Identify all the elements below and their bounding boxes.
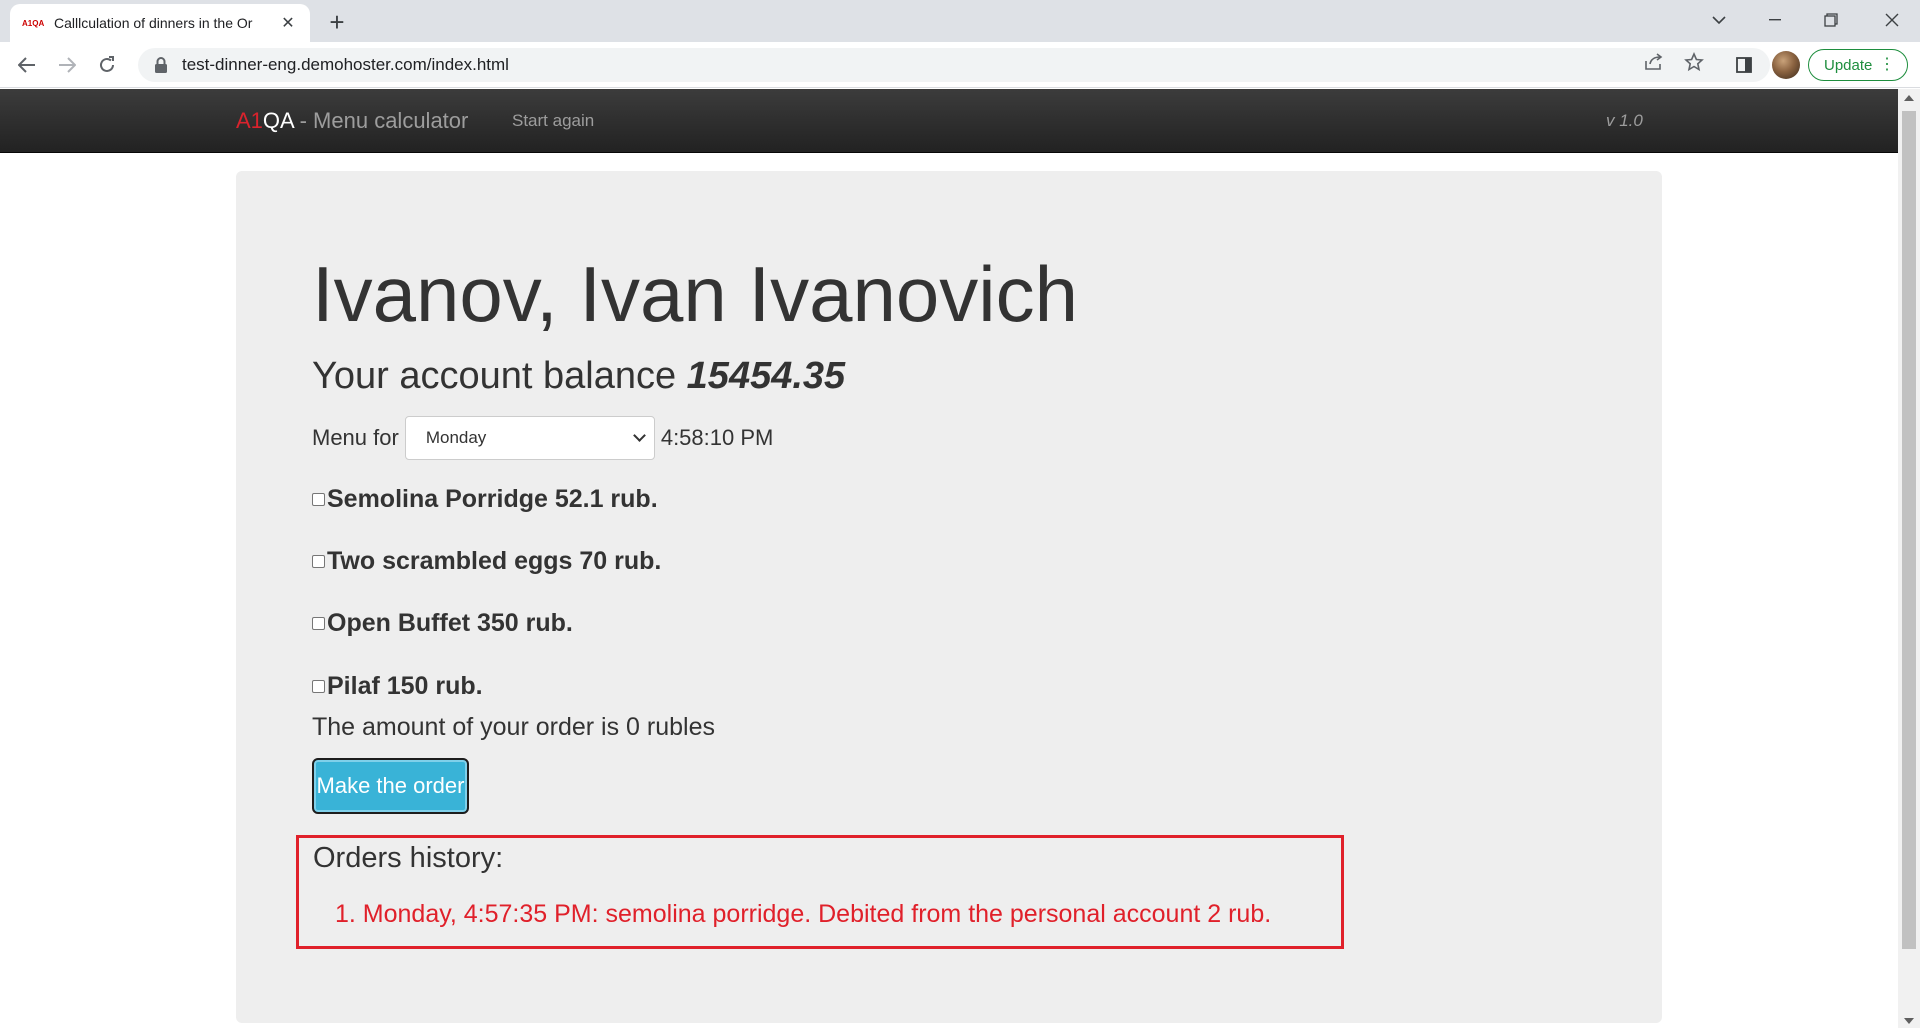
restore-icon[interactable] [1803,0,1859,40]
menu-selector-row: Menu for Monday 4:58:10 PM [312,416,773,460]
new-tab-icon[interactable]: + [322,7,352,37]
menu-item-label: Two scrambled eggs 70 rub. [327,547,662,575]
brand-title: - Menu calculator [293,108,469,133]
top-navbar: A1QA - Menu calculator Start again v 1.0 [0,89,1898,153]
menu-for-label: Menu for [312,425,399,450]
minimize-icon[interactable] [1747,0,1803,40]
scroll-thumb[interactable] [1902,111,1916,949]
update-button[interactable]: Update ⋮ [1808,49,1908,81]
current-time: 4:58:10 PM [660,425,774,450]
day-select[interactable]: Monday [404,416,655,460]
share-icon[interactable] [1642,50,1666,74]
close-window-icon[interactable] [1864,0,1920,40]
menu-item-label: Semolina Porridge 52.1 rub. [327,485,658,513]
tab-title: Calllculation of dinners in the Or [54,15,253,31]
browser-tab-bar: A1QA Calllculation of dinners in the Or … [0,0,1920,42]
menu-item[interactable]: Open Buffet 350 rub. [312,609,573,638]
bookmark-star-icon[interactable] [1682,50,1706,74]
orders-history-panel: Orders history: 1. Monday, 4:57:35 PM: s… [296,835,1344,949]
balance-value: 15454.35 [686,355,846,397]
lock-icon[interactable] [154,57,168,73]
history-entry: 1. Monday, 4:57:35 PM: semolina porridge… [335,900,1272,928]
side-panel-icon[interactable] [1732,53,1756,77]
start-again-link[interactable]: Start again [512,111,594,131]
reload-icon[interactable] [92,50,122,80]
balance-label: Your account balance [312,355,677,397]
main-panel: Ivanov, Ivan Ivanovich Your account bala… [236,171,1662,1023]
menu-item-checkbox[interactable] [312,617,325,630]
browser-toolbar: test-dinner-eng.demohoster.com/index.htm… [0,42,1920,88]
vertical-scrollbar[interactable] [1898,89,1920,1028]
site-favicon-icon: A1QA [22,18,45,28]
address-bar[interactable]: test-dinner-eng.demohoster.com/index.htm… [138,48,1770,82]
more-menu-icon[interactable]: ⋮ [1879,57,1895,73]
chevron-down-icon [632,429,646,442]
menu-item-label: Pilaf 150 rub. [327,672,483,700]
selected-day: Monday [425,428,487,447]
account-balance: Your account balance 15454.35 [312,355,845,398]
profile-avatar[interactable] [1772,51,1800,79]
forward-arrow-icon[interactable] [52,50,82,80]
menu-item[interactable]: Pilaf 150 rub. [312,672,483,701]
make-order-button[interactable]: Make the order [312,758,469,814]
brand-logo[interactable]: A1QA - Menu calculator [236,108,468,134]
tab-search-chevron-icon[interactable] [1691,0,1747,40]
close-tab-icon[interactable]: ✕ [278,13,298,33]
browser-tab[interactable]: A1QA Calllculation of dinners in the Or … [10,4,310,42]
scroll-down-arrow-icon[interactable] [1904,1018,1914,1024]
orders-history-title: Orders history: [313,842,504,874]
menu-item-checkbox[interactable] [312,493,325,506]
menu-item[interactable]: Semolina Porridge 52.1 rub. [312,485,658,514]
brand-a1: A1 [236,108,263,133]
scroll-up-arrow-icon[interactable] [1904,95,1914,101]
page-viewport: A1QA - Menu calculator Start again v 1.0… [0,89,1898,1028]
update-button-label: Update [1824,56,1873,74]
user-name-heading: Ivanov, Ivan Ivanovich [312,250,1078,338]
brand-qa: QA [262,108,294,133]
order-amount-text: The amount of your order is 0 rubles [312,713,715,741]
url-text: test-dinner-eng.demohoster.com/index.htm… [182,55,509,74]
menu-item-checkbox[interactable] [312,555,325,568]
menu-item[interactable]: Two scrambled eggs 70 rub. [312,547,661,576]
menu-item-label: Open Buffet 350 rub. [327,609,573,637]
version-label: v 1.0 [1606,111,1643,130]
back-arrow-icon[interactable] [12,50,42,80]
menu-item-checkbox[interactable] [312,680,325,693]
orders-history-list: 1. Monday, 4:57:35 PM: semolina porridge… [335,900,1271,929]
